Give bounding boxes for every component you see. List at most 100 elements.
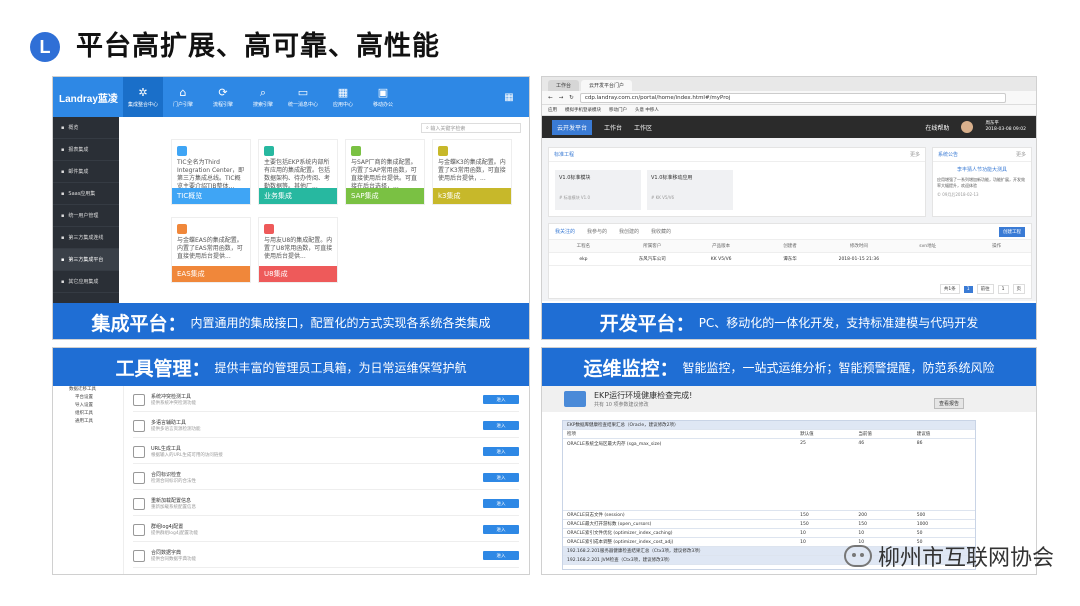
bookmark[interactable]: 应用	[548, 107, 557, 113]
notice-headline[interactable]: 李丰猜人节功能大测具	[933, 162, 1031, 177]
integration-card[interactable]: 与SAP厂商的集成配置。内置了SAP常用函数，可直接使用后台提供。可直接在后台选…	[345, 139, 425, 205]
nav-label: 应用中心	[332, 101, 353, 108]
pager-item[interactable]: 页	[1012, 284, 1025, 294]
card-icon	[264, 224, 274, 234]
integration-card[interactable]: 与金蝶EAS的集成配置。内置了EAS常用函数，可直接使用后台提供... EAS集成	[171, 217, 251, 283]
bookmark[interactable]: 头意 中移人	[635, 107, 659, 113]
search-input[interactable]: ⌕ 输入关键字检索	[421, 123, 521, 133]
nav-item[interactable]: ⟳ 流程引擎	[203, 77, 243, 117]
tree-item[interactable]: 数据迁移工具	[61, 386, 121, 394]
nav-icon: ▭	[297, 85, 309, 99]
enter-button[interactable]: 进入	[483, 421, 519, 430]
integration-card[interactable]: 主要包括EKP系统内部所有应用的集成配置。包括数据架构、待办传阅、考勤数据等。其…	[258, 139, 338, 205]
health-row: ORACLE日志文件 (session) 150 200 500	[563, 511, 975, 520]
nav-item[interactable]: ▭ 统一消息中心	[283, 77, 323, 117]
caption-text: PC、移动化的一体化开发，支持标准建模与代码开发	[698, 315, 979, 330]
tool-row: 多语言辅助工具 提供多语言资源检测功能 进入	[133, 414, 519, 438]
forward-icon[interactable]: →	[559, 95, 564, 101]
sidebar-item[interactable]: ▪ 第三方集成连线	[53, 227, 119, 249]
nav-item[interactable]: ⌂ 门户引擎	[163, 77, 203, 117]
health-cell: 150	[800, 512, 809, 518]
integration-card[interactable]: TIC全名为Third Integration Center，即第三方集成总线。…	[171, 139, 251, 205]
browser-tab[interactable]: 云开发平台门户	[581, 80, 633, 91]
column-header: 检项	[567, 432, 576, 437]
module-more[interactable]: 更多	[910, 151, 920, 158]
project-tab[interactable]: 我参与的	[587, 228, 607, 235]
project-tab[interactable]: 我收藏的	[651, 228, 671, 235]
pager-item[interactable]: 1	[997, 284, 1009, 294]
nav-label: 统一消息中心	[287, 101, 318, 108]
notice-panel: 系统公告 更多 李丰猜人节功能大测具 应用增强了一系列增加新功能，功能扩展，开发效…	[932, 147, 1032, 217]
browser-tab[interactable]: 工作台	[548, 80, 580, 91]
caption-bar: 工具管理： 提供丰富的管理员工具箱，为日常运维保驾护航	[53, 348, 529, 386]
sidebar-item[interactable]: ▪ 第三方集成平台	[53, 249, 119, 271]
avatar[interactable]	[961, 121, 974, 133]
tool-row: 系统冲突检测工具 提供系统冲突检测功能 进入	[133, 388, 519, 412]
enter-button[interactable]: 进入	[483, 473, 519, 482]
table-cell: 东风汽车公司	[638, 257, 666, 262]
tree-item[interactable]: 组织工具	[61, 410, 121, 418]
health-cell: 200	[858, 512, 868, 518]
sidebar-item[interactable]: ▪ 其它应用集成	[53, 271, 119, 293]
monitor-icon	[564, 391, 586, 407]
project-tab[interactable]: 我关注的	[555, 228, 575, 235]
bookmark[interactable]: 移动门户	[609, 107, 627, 113]
menu-workbench[interactable]: 工作台	[604, 123, 622, 132]
enter-button[interactable]: 进入	[483, 551, 519, 560]
caption-bar: 开发平台： PC、移动化的一体化开发，支持标准建模与代码开发	[542, 303, 1036, 339]
caption-text: 提供丰富的管理员工具箱，为日常运维保驾护航	[214, 360, 467, 375]
create-project-button[interactable]: 创建工程	[999, 227, 1025, 237]
nav-label: 集成整合中心	[127, 101, 158, 108]
nav-item[interactable]: ⌕ 搜索引擎	[243, 77, 283, 117]
card-label: k3集成	[433, 188, 511, 204]
nav-item[interactable]: ✲ 集成整合中心	[123, 77, 163, 117]
enter-button[interactable]: 进入	[483, 447, 519, 456]
tree-item[interactable]: 平台设置	[61, 394, 121, 402]
sidebar-item[interactable]: ▪ 报表集成	[53, 139, 119, 161]
reload-icon[interactable]: ↻	[569, 95, 574, 101]
tree-item[interactable]: 导入设置	[61, 402, 121, 410]
module-card-2[interactable]: V1.0标准移动应用 # KK V5/V6	[647, 170, 733, 210]
table-row[interactable]: ekp 东风汽车公司 KK V5/V6 谭东华 2018-01-15 21:36	[549, 253, 1031, 266]
enter-button[interactable]: 进入	[483, 525, 519, 534]
sidebar-icon: ▪	[61, 234, 65, 241]
notice-title: 系统公告	[938, 152, 959, 158]
url-input[interactable]: cdp.landray.com.cn/portal/home/index.htm…	[579, 92, 1006, 103]
project-tab[interactable]: 我创建的	[619, 228, 639, 235]
sidebar-item[interactable]: ▪ 统一用户管理	[53, 205, 119, 227]
tree-item[interactable]: 通用工具	[61, 418, 121, 426]
sidebar-item[interactable]: ▪ 概览	[53, 117, 119, 139]
help-link[interactable]: 在线帮助	[925, 123, 949, 132]
sidebar-item[interactable]: ▪ 邮件集成	[53, 161, 119, 183]
user-name: 周东平	[985, 121, 999, 126]
caption-title: 集成平台：	[91, 312, 187, 335]
menu-workspace[interactable]: 工作区	[634, 123, 652, 132]
nav-item[interactable]: ▦ 应用中心	[323, 77, 363, 117]
health-cell: 50	[916, 530, 923, 536]
enter-button[interactable]: 进入	[483, 395, 519, 404]
enter-button[interactable]: 进入	[483, 499, 519, 508]
view-report-button[interactable]: 查看报告	[934, 398, 965, 409]
tool-text: 群组log4j配置 提供群组log4j配置功能	[151, 523, 483, 536]
nav-label: 流程引擎	[212, 101, 233, 108]
health-cell: ORACLE索引文件优化 (optimizer_index_caching)	[567, 531, 673, 536]
pager-item[interactable]: 前往	[976, 284, 994, 294]
grid-icon[interactable]: ▦	[489, 77, 529, 117]
notice-time: © 09月后2018-02-13	[937, 192, 979, 197]
sidebar-label: 第三方集成平台	[68, 257, 104, 263]
nav-icon: ⟳	[218, 85, 228, 99]
card-description: 与金蝶EAS的集成配置。内置了EAS常用函数，可直接使用后台提供...	[177, 237, 243, 260]
column-header: 产品版本	[712, 244, 731, 249]
bookmark[interactable]: 模拟手机登录模块	[565, 107, 601, 113]
pager-item[interactable]: 1	[963, 285, 973, 293]
landray-logo: Landray蓝凌	[59, 93, 118, 105]
module-card-1[interactable]: V1.0标准模块 # 标准模块 V1.0	[555, 170, 641, 210]
back-icon[interactable]: ←	[548, 95, 553, 101]
sidebar-icon: ▪	[61, 190, 65, 197]
nav-item[interactable]: ▣ 移动办公	[363, 77, 403, 117]
sidebar-item[interactable]: ▪ Saas应用集	[53, 183, 119, 205]
integration-card[interactable]: 与用友U8的集成配置。内置了U8常用函数，可直接使用后台提供... U8集成	[258, 217, 338, 283]
integration-card[interactable]: 与金蝶K3的集成配置。内置了K3常用函数，可直接使用后台提供，... k3集成	[432, 139, 512, 205]
sidebar-label: 报表集成	[68, 147, 89, 153]
slide-logo-icon: L	[30, 32, 60, 62]
